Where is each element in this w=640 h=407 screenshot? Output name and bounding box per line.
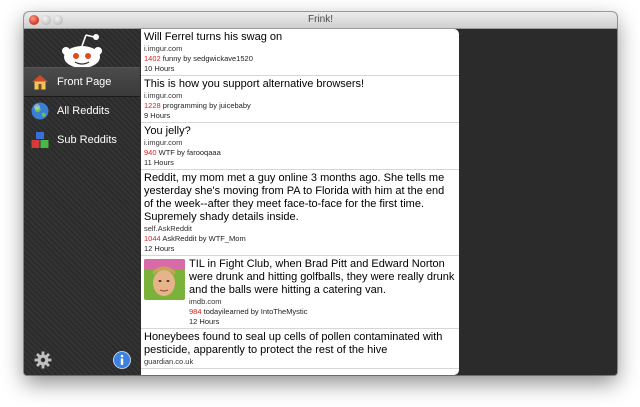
list-item[interactable]: You jelly? i.imgur.com 940 WTF by farooq…	[141, 123, 459, 170]
sidebar-item-label: All Reddits	[57, 105, 110, 117]
post-subreddit[interactable]: todayilearned	[204, 307, 249, 316]
list-item[interactable]: TIL in Fight Club, when Brad Pitt and Ed…	[141, 256, 459, 329]
post-domain: i.imgur.com	[144, 138, 183, 147]
globe-icon	[31, 102, 49, 120]
sidebar-item-all-reddits[interactable]: All Reddits	[24, 97, 140, 125]
sidebar: Front Page All Reddits Sub Reddits	[24, 29, 140, 375]
sidebar-item-label: Front Page	[57, 76, 112, 88]
list-item[interactable]: This is how you support alternative brow…	[141, 76, 459, 123]
post-title[interactable]: TIL in Fight Club, when Brad Pitt and Ed…	[189, 258, 455, 297]
post-subreddit[interactable]: funny	[163, 54, 181, 63]
post-title[interactable]: This is how you support alternative brow…	[144, 78, 455, 91]
list-item[interactable]: Reddit, my mom met a guy online 3 months…	[141, 170, 459, 256]
post-time: 11 Hours	[144, 158, 174, 167]
app-window: Frink! Front Page All Reddits Sub Reddit…	[24, 12, 617, 375]
list-item[interactable]: Will Ferrel turns his swag on i.imgur.co…	[141, 29, 459, 76]
post-title[interactable]: Honeybees found to seal up cells of poll…	[144, 331, 455, 357]
post-score: 940	[144, 148, 157, 157]
sidebar-item-sub-reddits[interactable]: Sub Reddits	[24, 126, 140, 154]
post-meta: 1044 AskReddit by WTF_Mom	[144, 234, 455, 244]
post-time: 10 Hours	[144, 64, 175, 73]
post-meta: 984 todayilearned by IntoTheMystic	[189, 307, 455, 317]
post-author[interactable]: by IntoTheMystic	[251, 307, 308, 316]
post-meta: 1228 programming by juicebaby	[144, 101, 455, 111]
post-title[interactable]: Reddit, my mom met a guy online 3 months…	[144, 172, 455, 224]
info-icon[interactable]	[113, 351, 131, 369]
post-score: 1228	[144, 101, 161, 110]
post-subreddit[interactable]: programming	[163, 101, 207, 110]
title-bar: Frink!	[24, 12, 617, 29]
post-subreddit[interactable]: AskReddit	[162, 234, 196, 243]
post-author[interactable]: by juicebaby	[209, 101, 251, 110]
post-score: 984	[189, 307, 202, 316]
post-thumbnail[interactable]	[144, 259, 185, 300]
blocks-icon	[31, 132, 49, 148]
post-list[interactable]: Will Ferrel turns his swag on i.imgur.co…	[141, 29, 459, 375]
post-score: 1044	[144, 234, 161, 243]
post-domain: self.AskReddit	[144, 224, 192, 233]
window-title: Frink!	[308, 14, 333, 25]
reddit-alien-logo-icon	[62, 34, 102, 67]
post-time: 9 Hours	[144, 111, 171, 120]
post-time: 12 Hours	[144, 244, 175, 253]
post-domain: i.imgur.com	[144, 91, 183, 100]
list-item[interactable]: Honeybees found to seal up cells of poll…	[141, 329, 459, 369]
post-domain: imdb.com	[189, 297, 222, 306]
post-domain: i.imgur.com	[144, 44, 183, 53]
post-author[interactable]: by farooqaaa	[177, 148, 221, 157]
home-icon	[32, 75, 48, 90]
post-subreddit[interactable]: WTF	[159, 148, 175, 157]
post-score: 1402	[144, 54, 161, 63]
post-domain: guardian.co.uk	[144, 357, 194, 366]
post-title[interactable]: Will Ferrel turns his swag on	[144, 31, 455, 44]
post-author[interactable]: by sedgwickave1520	[183, 54, 253, 63]
post-title[interactable]: You jelly?	[144, 125, 455, 138]
sidebar-item-label: Sub Reddits	[57, 134, 117, 146]
post-author[interactable]: by WTF_Mom	[199, 234, 246, 243]
post-meta: 940 WTF by farooqaaa	[144, 148, 455, 158]
post-meta: 1402 funny by sedgwickave1520	[144, 54, 455, 64]
sidebar-item-front-page[interactable]: Front Page	[24, 67, 140, 97]
post-time: 12 Hours	[189, 317, 220, 326]
gear-icon[interactable]	[34, 351, 52, 369]
